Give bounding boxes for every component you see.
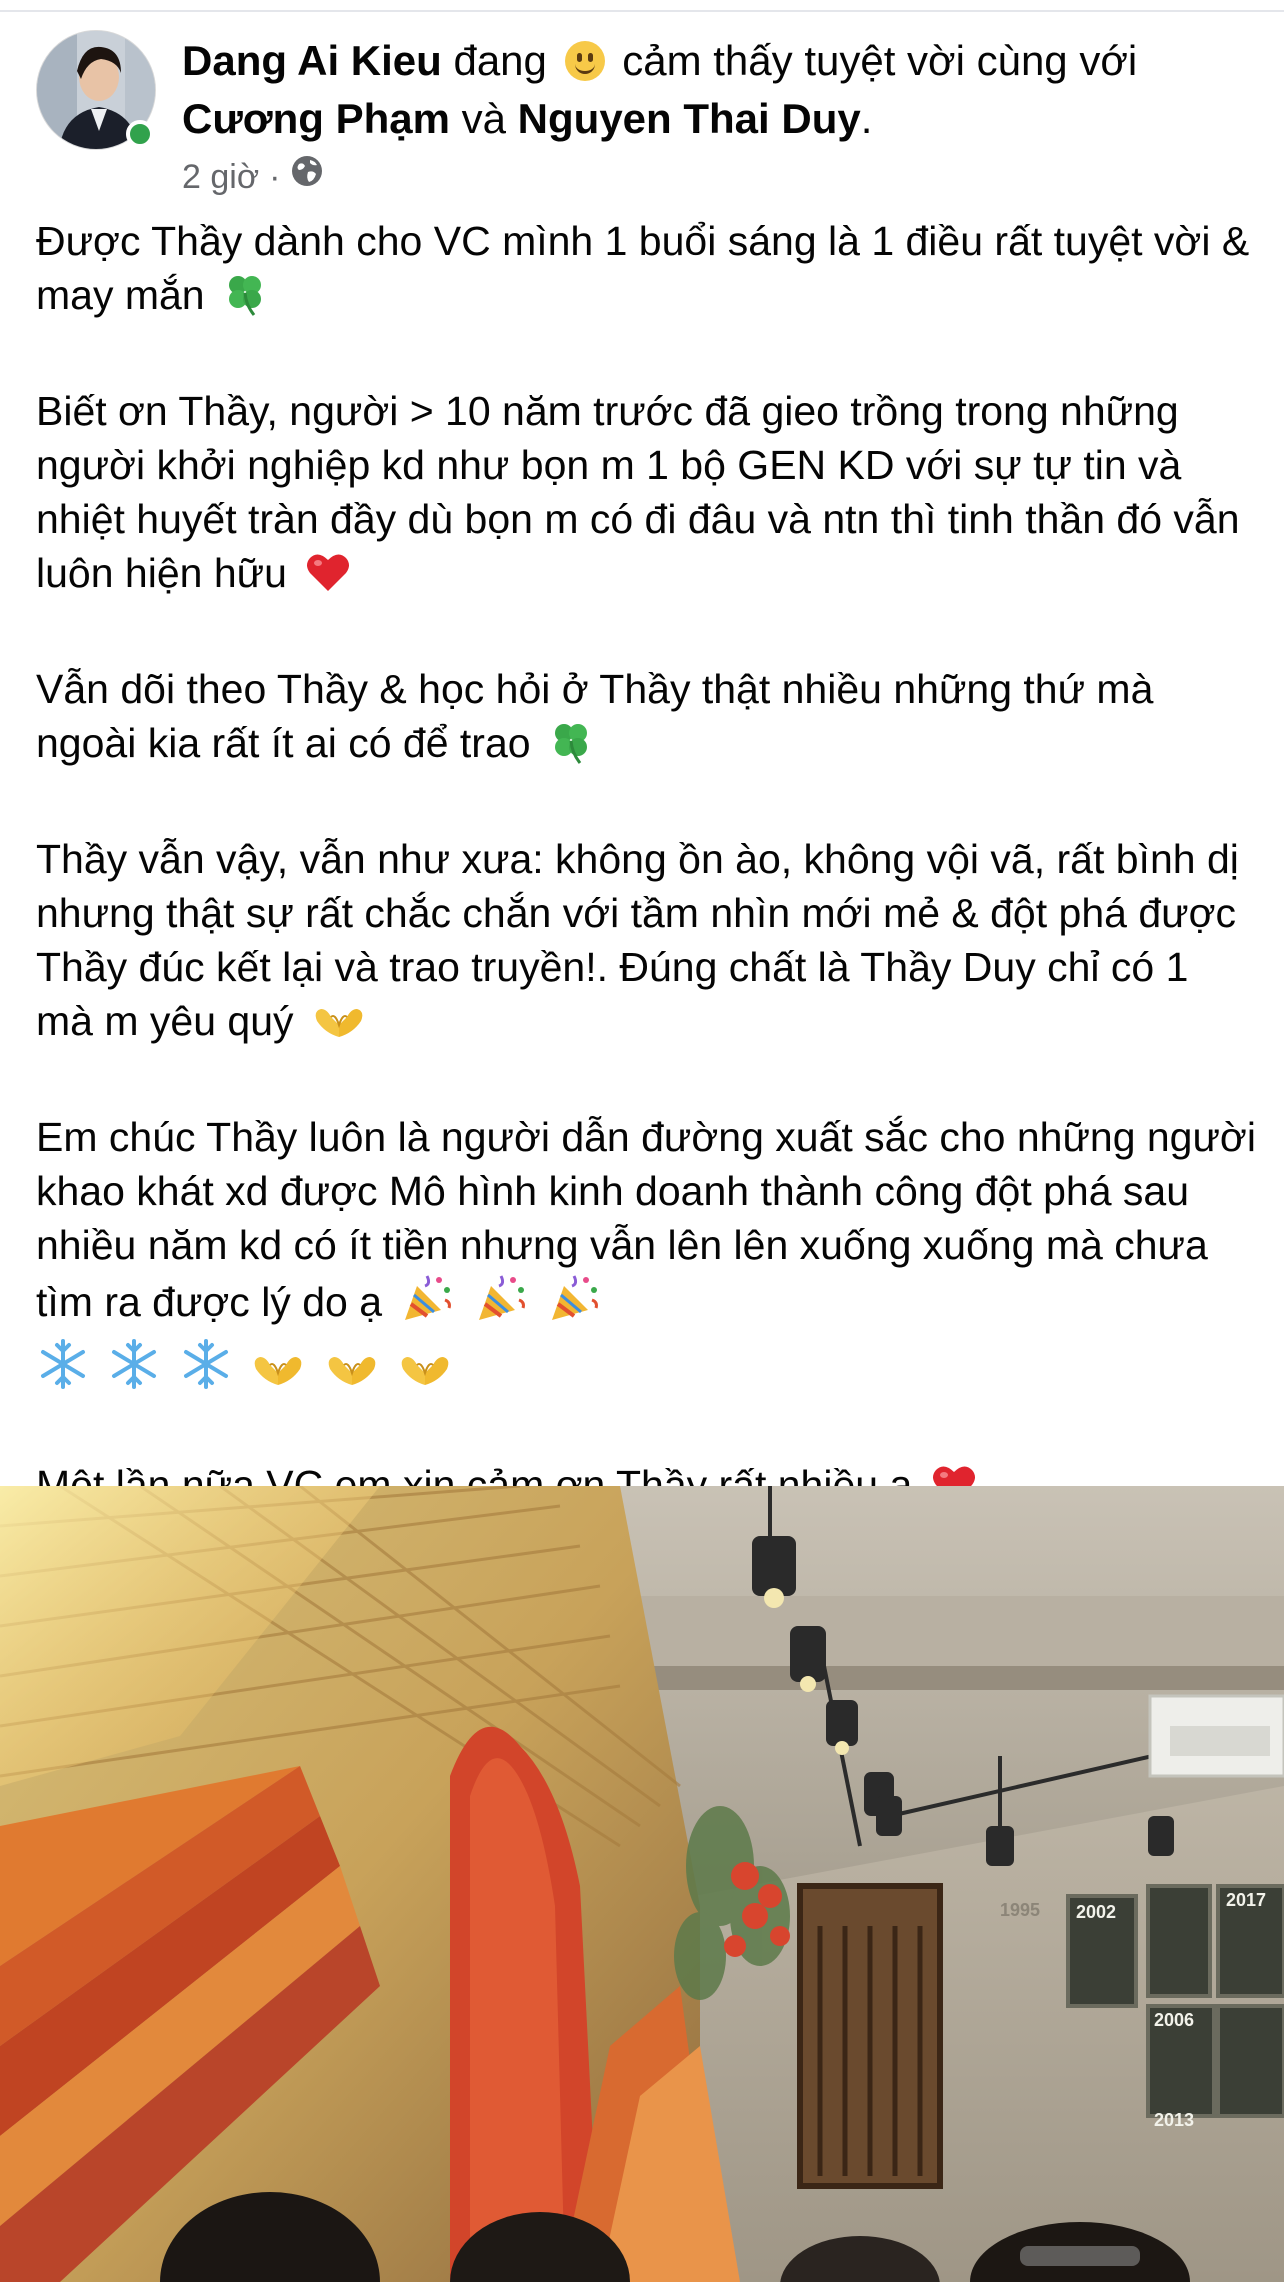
four-leaf-clover-icon [548, 719, 594, 778]
post-headline: Dang Ai Kieu đang cảm thấy tuyệt vời cùn… [182, 32, 1256, 148]
globe-icon[interactable] [290, 154, 324, 199]
feeling-prefix: đang [453, 37, 547, 84]
header-text: Dang Ai Kieu đang cảm thấy tuyệt vời cùn… [182, 32, 1256, 199]
paragraph-4: Thầy vẫn vậy, vẫn như xưa: không ồn ào, … [36, 832, 1256, 1056]
paragraph-3-text: Vẫn dõi theo Thầy & học hỏi ở Thầy thật … [36, 666, 1154, 766]
frame-year-3: 2006 [1154, 2010, 1194, 2030]
top-divider [0, 10, 1284, 12]
paragraph-4-text: Thầy vẫn vậy, vẫn như xưa: không ồn ào, … [36, 836, 1239, 1044]
post-time[interactable]: 2 giờ [182, 155, 259, 199]
paragraph-1-text: Được Thầy dành cho VC mình 1 buổi sáng l… [36, 218, 1250, 318]
snowflake-icon [36, 1337, 90, 1404]
heart-hands-icon [397, 1350, 453, 1404]
paragraph-1: Được Thầy dành cho VC mình 1 buổi sáng l… [36, 214, 1256, 330]
four-leaf-clover-icon [222, 271, 268, 330]
frame-year-1: 1995 [1000, 1900, 1040, 1920]
frame-year-5: 2017 [1226, 1890, 1266, 1910]
heart-hands-icon [250, 1350, 306, 1404]
tagged-user-1[interactable]: Cương Phạm [182, 95, 450, 142]
meta-separator: · [269, 157, 281, 196]
paragraph-3: Vẫn dõi theo Thầy & học hỏi ở Thầy thật … [36, 662, 1256, 778]
cafe-photo: 1995 2002 2006 2013 2017 [0, 1486, 1284, 2282]
post-header: Dang Ai Kieu đang cảm thấy tuyệt vời cùn… [36, 30, 1256, 200]
online-status-dot [126, 120, 154, 148]
conjunction: và [461, 95, 506, 142]
author-avatar[interactable] [36, 30, 156, 150]
heart-hands-icon [311, 1002, 367, 1056]
paragraph-2-text: Biết ơn Thầy, người > 10 năm trước đã gi… [36, 388, 1240, 596]
post-body: Được Thầy dành cho VC mình 1 buổi sáng l… [36, 214, 1256, 1520]
heart-hands-icon [324, 1350, 380, 1404]
frame-year-4: 2013 [1154, 2110, 1194, 2130]
author-name[interactable]: Dang Ai Kieu [182, 37, 442, 84]
party-popper-icon [546, 1272, 602, 1337]
paragraph-2: Biết ơn Thầy, người > 10 năm trước đã gi… [36, 384, 1256, 608]
smiling-face-icon [564, 41, 605, 81]
end-punctuation: . [860, 95, 873, 142]
tagged-user-2[interactable]: Nguyen Thai Duy [518, 95, 861, 142]
paragraph-5-text: Em chúc Thầy luôn là người dẫn đường xuấ… [36, 1114, 1256, 1325]
red-heart-icon [304, 549, 352, 608]
party-popper-icon [473, 1272, 529, 1337]
paragraph-5: Em chúc Thầy luôn là người dẫn đường xuấ… [36, 1110, 1256, 1404]
feeling-text: cảm thấy tuyệt vời cùng với [622, 37, 1138, 84]
snowflake-icon [107, 1337, 161, 1404]
party-popper-icon [399, 1272, 455, 1337]
snowflake-icon [179, 1337, 233, 1404]
post-photo[interactable]: 1995 2002 2006 2013 2017 [0, 1486, 1284, 2282]
post-meta: 2 giờ · [182, 154, 1256, 199]
frame-year-2: 2002 [1076, 1902, 1116, 1922]
